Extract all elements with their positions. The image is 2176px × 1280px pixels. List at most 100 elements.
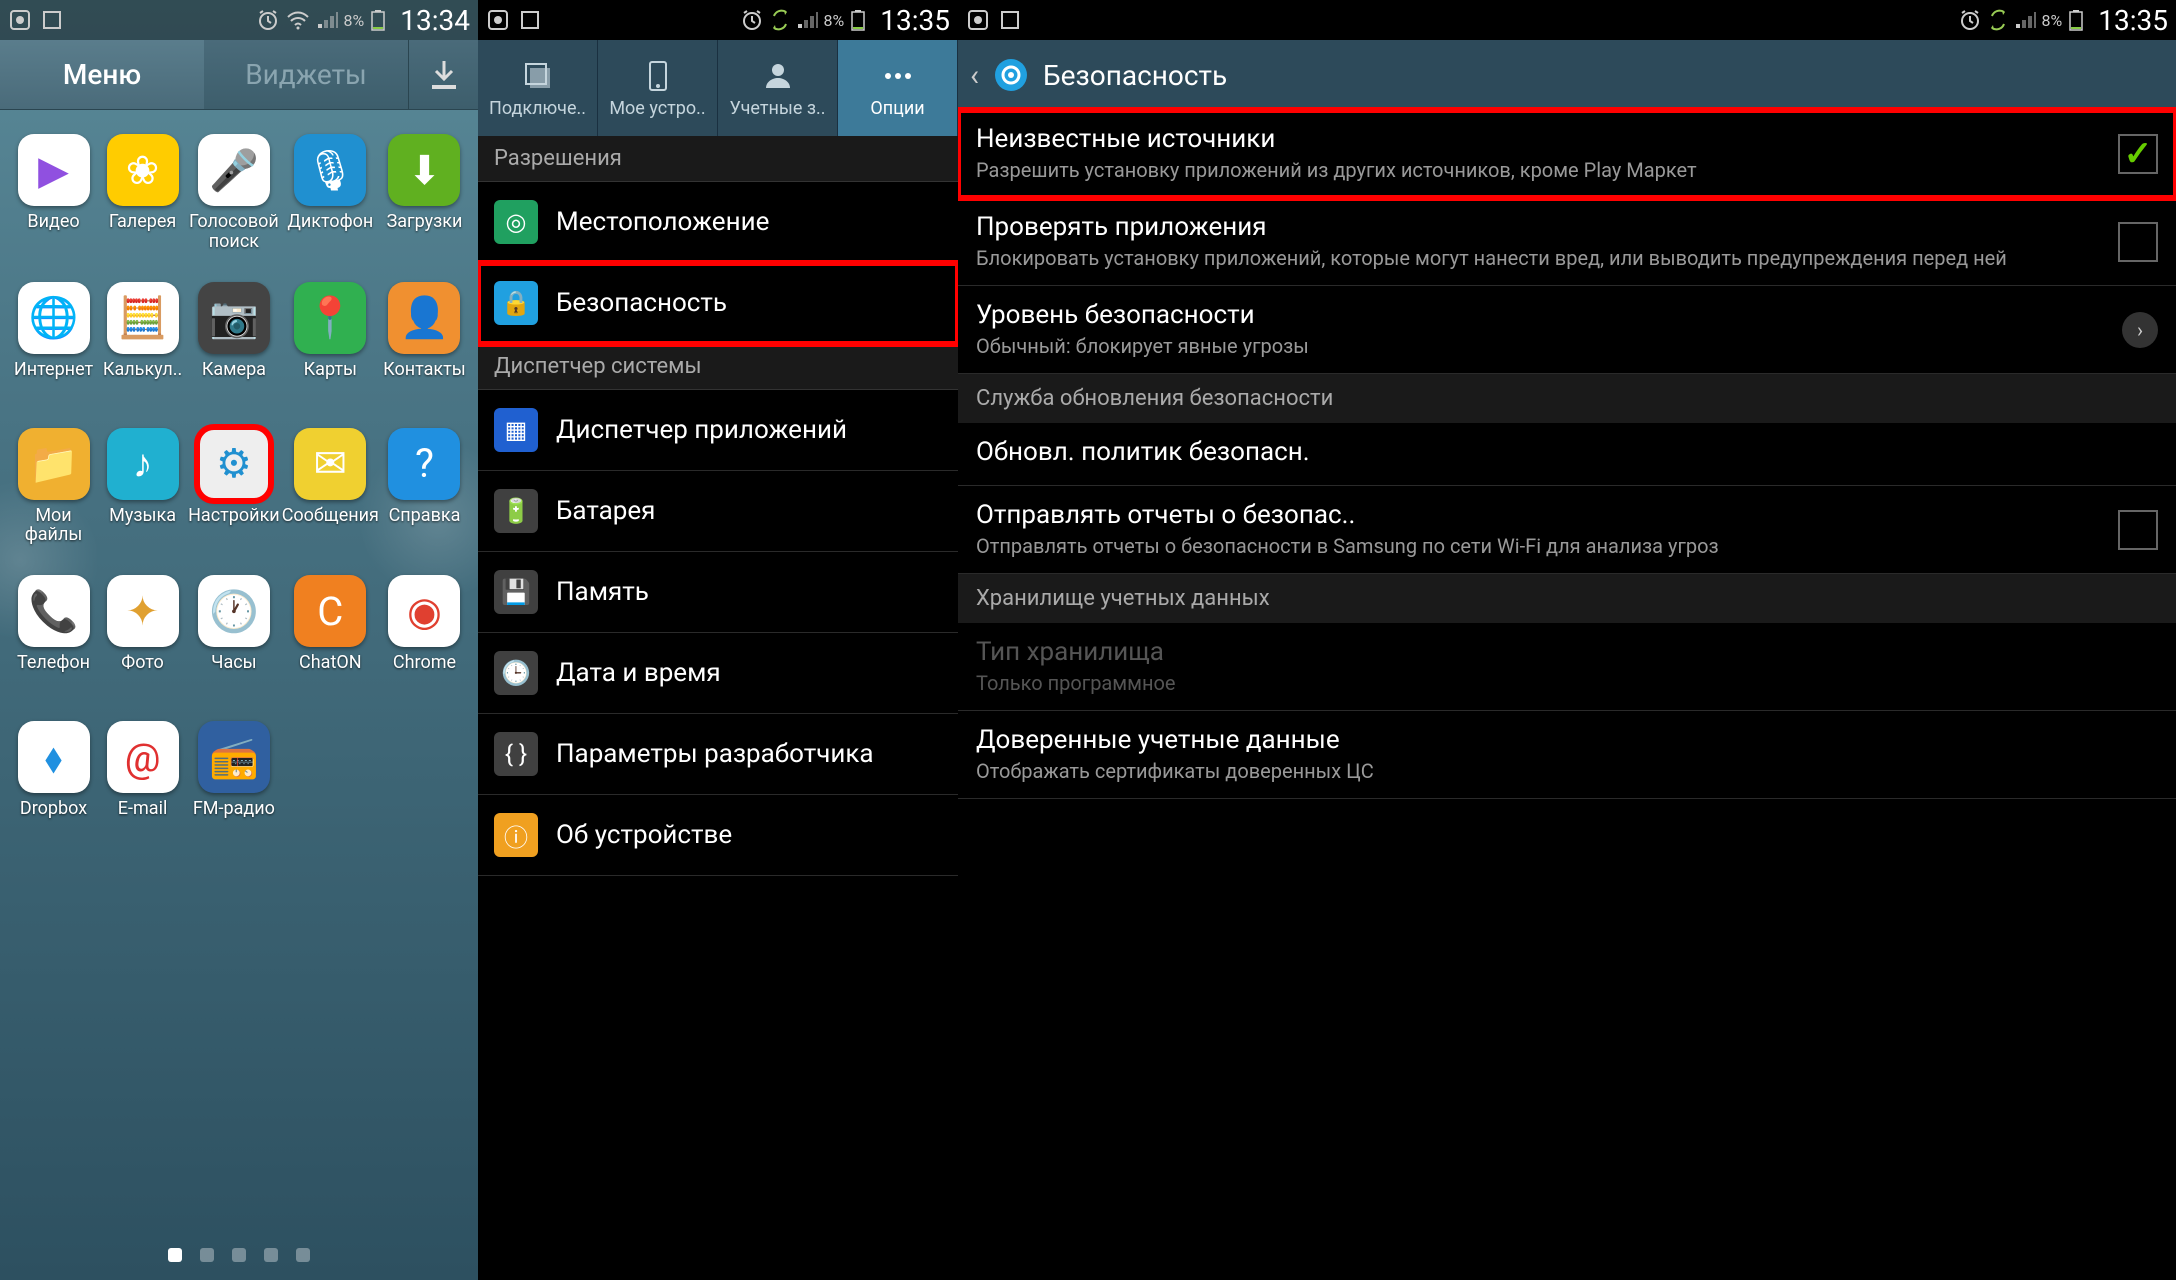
checkbox[interactable] (2118, 510, 2158, 550)
setting-location[interactable]: ◎Местоположение (478, 182, 958, 263)
setting-title: Отправлять отчеты о безопас.. (976, 500, 2104, 530)
checkbox[interactable] (2118, 134, 2158, 174)
setting-title: Доверенные учетные данные (976, 725, 2158, 755)
music-icon: ♪ (107, 428, 179, 500)
app-voice-search[interactable]: 🎤Голосовой поиск (188, 134, 280, 252)
setting-datetime[interactable]: 🕒Дата и время (478, 633, 958, 714)
app-gallery[interactable]: ❀Галерея (99, 134, 186, 252)
app-calculator[interactable]: 🧮Калькул.. (99, 282, 186, 398)
app-label: Интернет (14, 360, 93, 398)
app-label: Диктофон (287, 212, 373, 250)
app-chaton[interactable]: CChatON (282, 575, 379, 691)
app-camera[interactable]: 📷Камера (188, 282, 280, 398)
setting-trusted-creds[interactable]: Доверенные учетные данные Отображать серт… (958, 711, 2176, 799)
page-dot[interactable] (296, 1248, 310, 1262)
setting-unknown-sources[interactable]: Неизвестные источникиРазрешить установку… (958, 110, 2176, 198)
chevron-right-icon: › (2122, 312, 2158, 348)
app-grid: ▶ Видео ❀Галерея🎤Голосовой поиск🎙Диктофон⬇… (0, 110, 478, 837)
page-dot[interactable] (168, 1248, 182, 1262)
tab-options[interactable]: Опции (838, 40, 958, 136)
tab-device[interactable]: Мое устро.. (598, 40, 718, 136)
app-help[interactable]: ?Справка (381, 428, 468, 546)
app-phone[interactable]: 📞 Телефон (10, 575, 97, 691)
setting-label: Дата и время (556, 658, 721, 688)
tab-label: Подключе.. (489, 98, 586, 119)
setting-send-reports[interactable]: Отправлять отчеты о безопас.. Отправлять … (958, 486, 2176, 574)
app-label: Часы (211, 653, 257, 691)
app-label: Телефон (17, 653, 90, 691)
app-video[interactable]: ▶ Видео (10, 134, 97, 252)
app-label: Видео (27, 212, 79, 250)
setting-title: Неизвестные источники (976, 124, 2104, 154)
setting-security-level[interactable]: Уровень безопасностиОбычный: блокирует я… (958, 286, 2176, 374)
settings-icon: ⚙ (198, 428, 270, 500)
setting-subtitle: Отображать сертификаты доверенных ЦС (976, 759, 2158, 784)
battery-icon: 🔋 (494, 489, 538, 533)
back-icon[interactable]: ‹ (970, 58, 979, 93)
checkbox[interactable] (2118, 222, 2158, 262)
setting-storage[interactable]: 💾Память (478, 552, 958, 633)
setting-apps-dispatcher[interactable]: ▦Диспетчер приложений (478, 390, 958, 471)
setting-battery[interactable]: 🔋Батарея (478, 471, 958, 552)
tab-accounts[interactable]: Учетные з.. (718, 40, 838, 136)
app-label: Голосовой поиск (188, 212, 280, 252)
status-bar: 8% 13:35 (958, 0, 2176, 40)
setting-verify-apps[interactable]: Проверять приложения Блокировать установк… (958, 198, 2176, 286)
setting-label: Память (556, 577, 649, 607)
app-photos[interactable]: ✦Фото (99, 575, 186, 691)
page-dot[interactable] (232, 1248, 246, 1262)
setting-subtitle: Отправлять отчеты о безопасности в Samsu… (976, 534, 2104, 559)
setting-subtitle: Блокировать установку приложений, которы… (976, 246, 2104, 271)
security-header[interactable]: ‹ Безопасность (958, 40, 2176, 110)
setting-about[interactable]: ⓘОб устройстве (478, 795, 958, 876)
setting-update-policies[interactable]: Обновл. политик безопасн. (958, 423, 2176, 486)
app-contacts[interactable]: 👤Контакты (381, 282, 468, 398)
app-internet[interactable]: 🌐 Интернет (10, 282, 97, 398)
battery-percent: 8% (344, 11, 365, 30)
clock-time: 13:34 (400, 4, 470, 37)
screenshot-icon (40, 8, 64, 32)
app-music[interactable]: ♪ Музыка (99, 428, 186, 546)
security-icon: 🔒 (494, 281, 538, 325)
options-icon (880, 58, 916, 94)
phone-icon: 📞 (18, 575, 90, 647)
app-settings[interactable]: ⚙Настройки (188, 428, 280, 546)
app-label: Chrome (393, 653, 456, 691)
tab-connections[interactable]: Подключе.. (478, 40, 598, 136)
samsung-icon (486, 8, 510, 32)
page-dot[interactable] (200, 1248, 214, 1262)
app-chrome[interactable]: ◉Chrome (381, 575, 468, 691)
tab-widgets[interactable]: Виджеты (204, 40, 408, 109)
clock-time: 13:35 (880, 4, 950, 37)
messages-icon: ✉ (294, 428, 366, 500)
setting-security[interactable]: 🔒Безопасность (478, 263, 958, 344)
download-button[interactable] (408, 40, 478, 109)
app-messages[interactable]: ✉Сообщения (282, 428, 379, 546)
launcher-tabs: Меню Виджеты (0, 40, 478, 110)
settings-list: Разрешения◎Местоположение🔒БезопасностьДи… (478, 136, 958, 876)
app-downloads[interactable]: ⬇Загрузки (381, 134, 468, 252)
app-myfiles[interactable]: 📁Мои файлы (10, 428, 97, 546)
page-dot[interactable] (264, 1248, 278, 1262)
tab-menu[interactable]: Меню (0, 40, 204, 109)
setting-title: Проверять приложения (976, 212, 2104, 242)
app-label: Dropbox (20, 799, 87, 837)
settings-gear-icon (991, 55, 1031, 95)
setting-developer[interactable]: { }Параметры разработчика (478, 714, 958, 795)
app-dropbox[interactable]: ⬧Dropbox (10, 721, 97, 837)
signal-icon (2014, 8, 2036, 32)
downloads-icon: ⬇ (388, 134, 460, 206)
app-maps[interactable]: 📍Карты (282, 282, 379, 398)
battery-icon (850, 8, 866, 32)
internet-icon: 🌐 (18, 282, 90, 354)
accounts-icon (760, 58, 796, 94)
app-label: Музыка (109, 506, 176, 544)
app-recorder[interactable]: 🎙Диктофон (282, 134, 379, 252)
video-icon: ▶ (18, 134, 90, 206)
app-label: Калькул.. (103, 360, 182, 398)
app-fmradio[interactable]: 📻FM-радио (188, 721, 280, 837)
header-title: Безопасность (1043, 59, 1227, 92)
app-email[interactable]: @E-mail (99, 721, 186, 837)
chaton-icon: C (294, 575, 366, 647)
app-clock[interactable]: 🕐Часы (188, 575, 280, 691)
